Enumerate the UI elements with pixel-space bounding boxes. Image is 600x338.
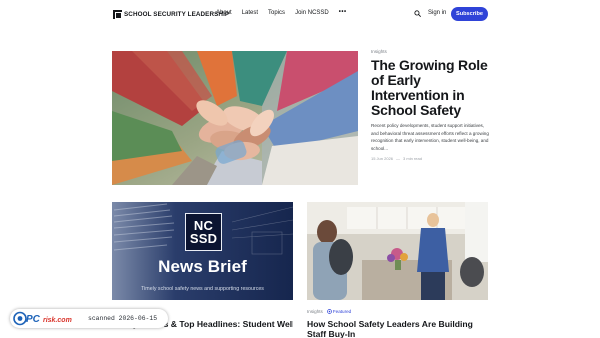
featured-badge: Featured xyxy=(326,309,352,314)
signin-link[interactable]: Sign in xyxy=(428,10,446,16)
meta-separator: — xyxy=(396,156,401,161)
card-title-staff-buy-in[interactable]: How School Safety Leaders Are Building S… xyxy=(307,319,492,338)
nav-item-about[interactable]: About xyxy=(216,10,232,16)
hands-together-photo xyxy=(112,51,358,185)
featured-title[interactable]: The Growing Role of Early Intervention i… xyxy=(371,58,489,118)
card2-tag[interactable]: Insights xyxy=(307,309,323,314)
featured-excerpt: Recent policy developments, student supp… xyxy=(371,123,489,151)
featured-date: 15 Jun 2026 xyxy=(371,156,394,161)
featured-label: Featured xyxy=(332,309,352,314)
logo-mark-icon xyxy=(113,9,122,19)
news-brief-image[interactable]: NC SSD News Brief Timely school safety n… xyxy=(112,202,293,300)
card2-tags: Insights Featured xyxy=(307,309,351,314)
logo-text: School Security Leadership xyxy=(124,10,230,18)
news-brief-heading: News Brief xyxy=(158,257,247,276)
ncssd-logo: NC SSD xyxy=(185,213,222,251)
featured-tag[interactable]: Insights xyxy=(371,49,387,54)
watermark-text: scanned 2026-06-15 xyxy=(88,315,158,322)
site-header: School Security Leadership About Latest … xyxy=(0,0,600,30)
site-logo[interactable]: School Security Leadership xyxy=(113,9,229,19)
pcrisk-watermark: PC risk.com scanned 2026-06-15 xyxy=(10,309,168,328)
featured-star-icon xyxy=(326,309,332,314)
search-icon[interactable] xyxy=(414,10,421,17)
svg-text:risk.com: risk.com xyxy=(43,317,72,324)
ncssd-logo-bottom: SSD xyxy=(189,231,218,246)
featured-meta: 15 Jun 2026 — 3 min read xyxy=(371,156,422,161)
featured-read-time: 3 min read xyxy=(403,156,422,161)
news-brief-subtitle: Timely school safety news and supporting… xyxy=(141,286,264,292)
pcrisk-logo-icon: PC risk.com xyxy=(13,311,72,326)
more-menu-icon[interactable]: ••• xyxy=(339,9,347,15)
nav-item-latest[interactable]: Latest xyxy=(242,10,258,16)
staff-meeting-image[interactable] xyxy=(307,202,488,300)
pcrisk-logo: PC risk.com xyxy=(10,309,80,328)
staff-meeting-photo xyxy=(307,202,488,300)
main-nav: About Latest Topics Join NCSSD ••• xyxy=(216,9,347,16)
nav-item-topics[interactable]: Topics xyxy=(268,10,285,16)
featured-image[interactable] xyxy=(112,51,358,185)
subscribe-button[interactable]: Subscribe xyxy=(451,7,488,21)
nav-item-join[interactable]: Join NCSSD xyxy=(295,10,329,16)
svg-text:PC: PC xyxy=(26,314,41,325)
